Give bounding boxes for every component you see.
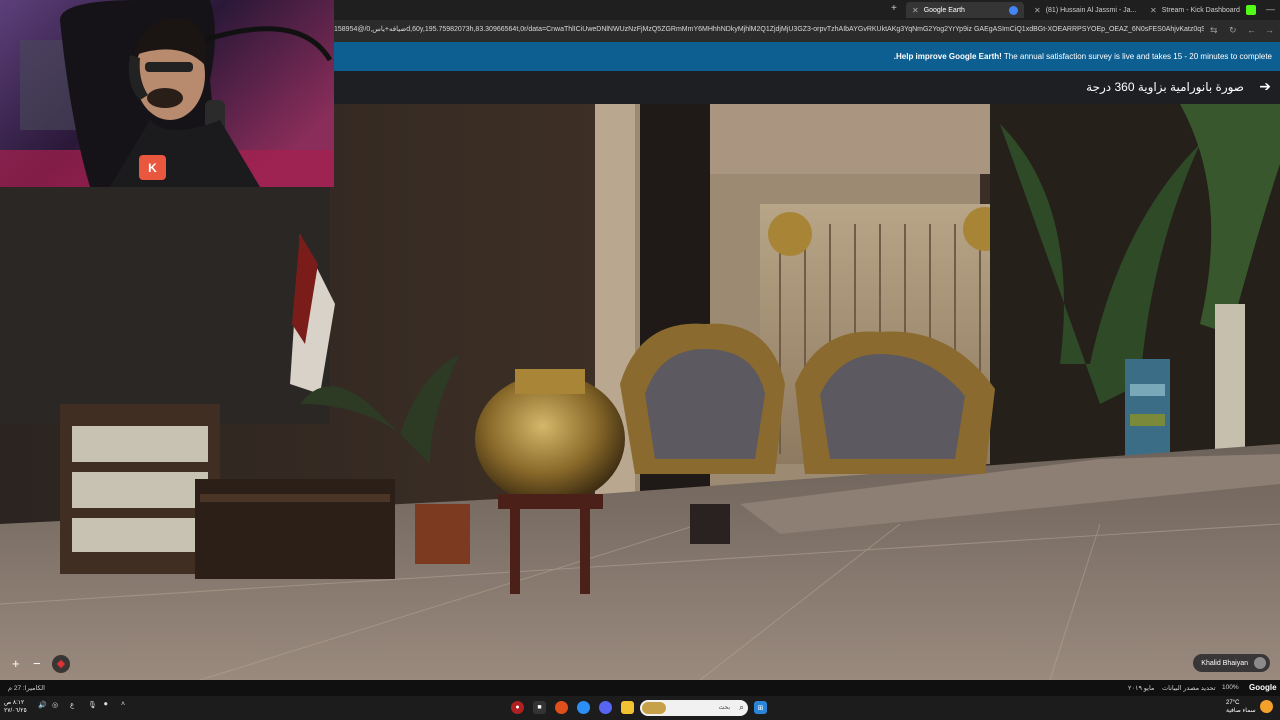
close-tab-icon[interactable]: ✕	[1150, 6, 1157, 15]
arrow-right-icon[interactable]: ➔	[1259, 78, 1271, 95]
search-placeholder: بحث	[718, 705, 730, 711]
mic-icon[interactable]: 🎙	[88, 701, 97, 709]
url-field[interactable]: 158954@/ضيافه+ياس,0d,60y,195.75982073h,8…	[334, 25, 1204, 33]
zoom-level: 100%	[1222, 684, 1239, 691]
back-icon[interactable]: ←	[1247, 25, 1256, 35]
kick-favicon-icon	[1246, 5, 1256, 15]
tab-label: Google Earth	[923, 6, 965, 14]
close-tab-icon[interactable]: ✕	[912, 6, 919, 15]
zoom-in-button[interactable]: +	[12, 657, 20, 670]
network-icon[interactable]: ◎	[52, 701, 58, 709]
close-tab-icon[interactable]: ✕	[1034, 6, 1041, 15]
file-explorer-icon[interactable]	[621, 701, 634, 714]
page-title: صورة بانورامية بزاوية 360 درجة	[1086, 80, 1244, 94]
volume-icon[interactable]: 🔊	[38, 701, 47, 709]
tab-youtube[interactable]: ✕ (81) Hussain Al Jassmi - Ja...	[1028, 2, 1140, 18]
clock-time: ٨:١٢ ص	[4, 700, 25, 706]
language-indicator[interactable]: ع	[70, 701, 74, 709]
translate-icon[interactable]: ⇆	[1210, 25, 1218, 36]
compass-button[interactable]	[52, 655, 70, 673]
tab-label: (81) Hussain Al Jassmi - Ja...	[1045, 6, 1137, 14]
firefox-icon[interactable]	[555, 701, 568, 714]
tab-google-earth[interactable]: ✕ Google Earth	[906, 2, 1024, 18]
search-highlight-image	[642, 702, 666, 714]
forward-icon[interactable]: →	[1265, 25, 1274, 35]
panorama-viewer[interactable]: + − Khalid Bhaiyan	[0, 104, 1280, 680]
new-tab-button[interactable]: +	[891, 3, 897, 14]
panorama-image	[0, 104, 1280, 680]
start-icon[interactable]: ⊞	[754, 701, 767, 714]
data-attribution-link[interactable]: تحديد مصدر البيانات	[1162, 684, 1216, 692]
taskbar-search[interactable]: بحث ⌕	[640, 700, 748, 716]
chevron-up-icon[interactable]: ˄	[121, 701, 125, 708]
app-icon-1[interactable]: ●	[511, 701, 524, 714]
weather-temp: 27°C	[1226, 700, 1240, 706]
weather-widget[interactable]: 27°C سماء صافية	[1226, 699, 1256, 715]
banner-strong-text: .Help improve Google Earth!	[893, 52, 1002, 61]
author-name: Khalid Bhaiyan	[1201, 659, 1248, 667]
reload-icon[interactable]: ↻	[1229, 25, 1237, 36]
author-avatar	[1254, 657, 1266, 669]
imagery-date: مايو ٢٠١٩	[1128, 685, 1155, 692]
survey-banner-text: .Help improve Google Earth! The annual s…	[894, 52, 1272, 61]
search-icon: ⌕	[738, 702, 744, 712]
recording-icon[interactable]: ⏺	[104, 701, 108, 709]
webcam-overlay: K	[0, 0, 334, 187]
minimize-icon[interactable]: —	[1266, 4, 1275, 14]
webcam-feed	[0, 0, 334, 187]
compass-icon	[56, 659, 66, 669]
app-icon-2[interactable]: ■	[533, 701, 546, 714]
clock-date: ٢٧/٠٦/٢٥	[4, 708, 27, 714]
chrome-icon[interactable]	[577, 701, 590, 714]
banner-body-text: The annual satisfaction survey is live a…	[1001, 52, 1272, 61]
tab-kick-dashboard[interactable]: ✕ Stream - Kick Dashboard	[1144, 2, 1240, 18]
kick-logo-icon: K	[139, 155, 166, 180]
weather-desc: سماء صافية	[1226, 708, 1256, 714]
taskbar-clock[interactable]: ٨:١٢ ص ٢٧/٠٦/٢٥	[4, 699, 27, 715]
discord-icon[interactable]	[599, 701, 612, 714]
google-earth-favicon-icon	[1009, 5, 1018, 15]
tab-label: Stream - Kick Dashboard	[1161, 6, 1240, 14]
zoom-out-button[interactable]: −	[33, 657, 41, 670]
google-logo: Google	[1249, 683, 1277, 692]
photo-author-chip[interactable]: Khalid Bhaiyan	[1193, 654, 1270, 672]
taskbar: ٨:١٢ ص ٢٧/٠٦/٢٥ 🔊 ◎ ع 🎙 ⏺ ˄ ● ■ بحث ⌕ ⊞ …	[0, 696, 1280, 720]
attribution-bar: الكاميرا: 27 م مايو ٢٠١٩ تحديد مصدر البي…	[0, 680, 1280, 696]
camera-info: الكاميرا: 27 م	[8, 685, 45, 692]
sun-icon	[1260, 700, 1273, 713]
